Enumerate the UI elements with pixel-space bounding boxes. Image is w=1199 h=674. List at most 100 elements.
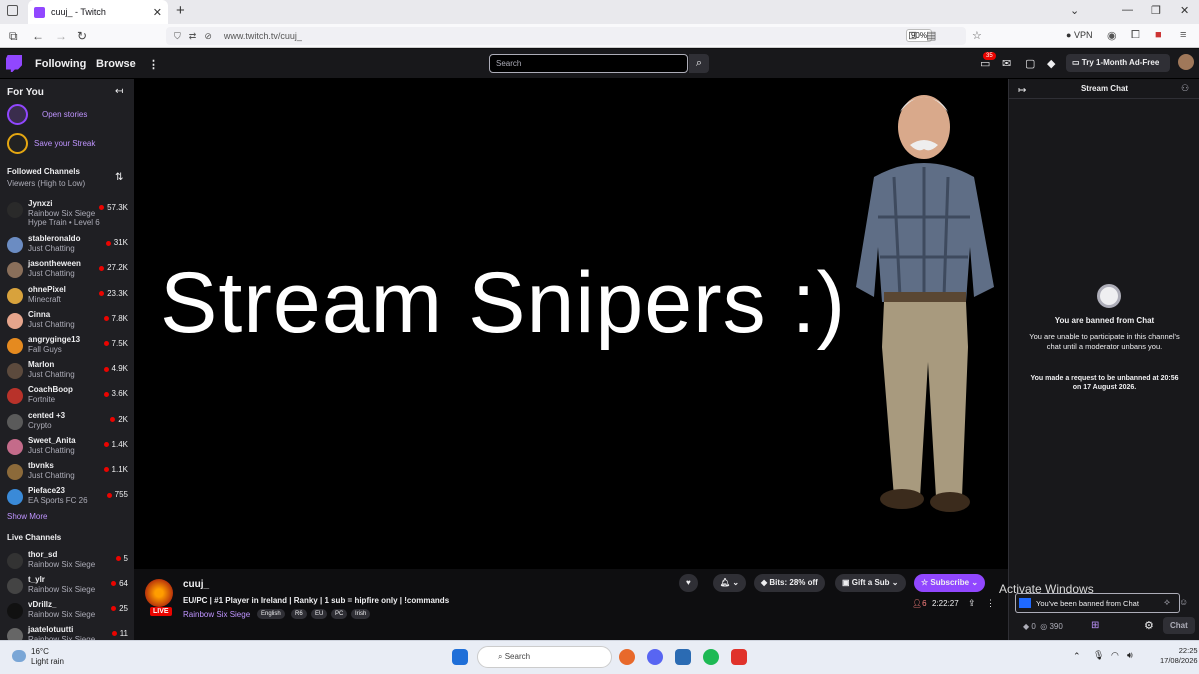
twitch-logo-icon[interactable] [6,55,22,72]
sidebar-channel-followed[interactable]: tbvnks Just Chatting 1.1K [0,460,134,485]
spotify-icon[interactable] [703,649,719,665]
emote-icon[interactable]: ☺ [1179,597,1188,607]
chat-settings-gear-icon[interactable]: ⚙ [1144,619,1154,632]
system-clock[interactable]: 22:25 17/08/2026 [1160,646,1198,666]
following-link[interactable]: Following [35,58,86,70]
show-more-link[interactable]: Show More [7,512,47,521]
sidebar-toggle-icon[interactable]: ⧉ [9,29,18,44]
open-stories-link[interactable]: Open stories [42,110,87,119]
ad-free-button[interactable]: ▭ Try 1-Month Ad-Free [1066,54,1170,72]
gift-icon[interactable]: ⊞ [1091,620,1099,631]
wifi-icon[interactable]: ◠ [1111,650,1119,661]
notification-bell-button[interactable]: 🔔︎ ⌄ [713,574,747,592]
channel-points[interactable]: ◆ 0 ◎ 390 [1023,622,1063,631]
start-icon[interactable] [452,649,468,665]
tracking-icon[interactable]: ⊘ [204,31,212,42]
volume-icon[interactable]: 🔊︎ [1127,650,1133,661]
vpn-button[interactable]: ● VPN [1066,30,1092,40]
chat-input[interactable]: You've been banned from Chat [1015,593,1180,613]
discord-icon[interactable] [647,649,663,665]
url-text[interactable]: www.twitch.tv/cuuj_ [224,31,302,41]
new-tab-icon[interactable]: + [176,2,185,19]
streak-avatar[interactable] [7,133,28,154]
tag-r6[interactable]: R6 [291,609,307,619]
more-menu-icon[interactable]: ⋮ [148,58,159,71]
shield-icon[interactable]: ⛉ [174,31,181,42]
brave-icon[interactable] [731,649,747,665]
streamer-avatar[interactable] [145,579,173,607]
taskbar-search[interactable]: ⌕ Search [477,646,612,668]
tab-list-icon[interactable]: ⌄ [1070,4,1079,17]
menu-icon[interactable]: ≡ [1180,29,1186,41]
sidebar-channel-followed[interactable]: CoachBoop Fortnite 3.6K [0,384,134,409]
sidebar-channel-followed[interactable]: Marlon Just Chatting 4.9K [0,359,134,384]
stream-game-link[interactable]: Rainbow Six Siege [183,610,250,619]
subscribe-button[interactable]: ☆ Subscribe ⌄ [914,574,986,592]
bits-icon[interactable]: ◆ [1047,57,1055,70]
maximize-icon[interactable]: ❐ [1151,4,1161,17]
users-icon[interactable]: ⚇ [1181,83,1189,94]
browse-link[interactable]: Browse [96,58,136,70]
sidebar-channel-followed[interactable]: angryginge13 Fall Guys 7.5K [0,334,134,359]
reader-icon[interactable]: ▤ [926,29,936,42]
video-player[interactable]: Stream Snipers :) [134,79,1008,569]
collapse-chat-icon[interactable]: ↦ [1018,85,1026,96]
reload-icon[interactable]: ↻ [77,29,87,43]
tag-irish[interactable]: Irish [351,609,371,619]
sidebar-channel-live[interactable]: t_ylr Rainbow Six Siege 64 [0,574,134,599]
sidebar-channel-live[interactable]: vDrillz_ Rainbow Six Siege 25 [0,599,134,624]
streamer-name[interactable]: cuuj_ [183,579,209,590]
gift-sub-button[interactable]: ▣ Gift a Sub ⌄ [835,574,906,592]
firefox-icon[interactable] [619,649,635,665]
sidebar-channel-live[interactable]: thor_sd Rainbow Six Siege 5 [0,549,134,574]
close-window-icon[interactable]: ✕ [1180,4,1189,17]
bookmark-star-icon[interactable]: ☆ [972,29,982,42]
browser-tab[interactable]: cuuj_ - Twitch ✕ [28,0,168,24]
search-input[interactable]: Search [489,54,688,73]
sidebar-channel-followed[interactable]: ohnePixel Minecraft 23.3K [0,284,134,309]
channel-name: cented +3 [28,410,66,420]
tab-overview-icon[interactable] [7,5,18,16]
more-options-icon[interactable]: ⋮ [986,598,995,609]
tag-pc[interactable]: PC [331,609,348,619]
inbox-icon[interactable]: ✉ [1002,57,1011,70]
bits-cheer-icon[interactable]: ⟡ [1164,597,1170,608]
close-tab-icon[interactable]: ✕ [153,6,162,19]
sidebar-channel-followed[interactable]: stableronaldo Just Chatting 31K [0,233,134,258]
chat-send-button[interactable]: Chat [1163,617,1195,634]
bits-button[interactable]: ◆ Bits: 28% off [754,574,825,592]
weather-icon[interactable] [12,650,26,662]
back-icon[interactable]: ← [32,29,44,43]
search-icon[interactable]: ⌕ [689,54,709,73]
forward-icon[interactable]: → [55,29,67,43]
sidebar-channel-followed[interactable]: Sweet_Anita Just Chatting 1.4K [0,435,134,460]
emote-badge-icon[interactable] [1019,598,1031,608]
share-icon[interactable]: ⇪ [968,598,976,609]
collapse-sidebar-icon[interactable]: ↤ [115,86,123,97]
photos-icon[interactable] [675,649,691,665]
whispers-icon[interactable]: ▢ [1025,57,1035,70]
channel-viewers: 25 [111,604,128,613]
extensions-icon[interactable]: ⧠ [1131,29,1140,42]
sidebar-channel-followed[interactable]: Jynxzi Rainbow Six Siege 57.3K Hype Train •… [0,198,134,227]
extension-badge-icon[interactable]: ■ [1155,29,1162,41]
screenshot-icon[interactable]: ⊡ [908,29,917,42]
sidebar-channel-followed[interactable]: jasontheween Just Chatting 27.2K [0,258,134,283]
sort-icon[interactable]: ⇅ [115,172,123,183]
mic-icon[interactable]: 🎙︎ [1093,650,1104,661]
save-streak-link[interactable]: Save your Streak [34,139,95,148]
address-bar[interactable]: ⛉ ⇄ ⊘ www.twitch.tv/cuuj_ 90% [166,27,966,45]
permissions-icon[interactable]: ⇄ [189,31,197,42]
tray-expand-icon[interactable]: ⌃ [1073,651,1081,662]
tag-english[interactable]: English [257,609,285,619]
sidebar-channel-followed[interactable]: Cinna Just Chatting 7.8K [0,309,134,334]
sidebar-channel-followed[interactable]: Pieface23 EA Sports FC 26 755 [0,485,134,510]
user-avatar[interactable] [1178,54,1194,70]
minimize-icon[interactable]: — [1122,4,1133,16]
tag-eu[interactable]: EU [311,609,328,619]
follow-heart-button[interactable]: ♥ [679,574,698,592]
weather-widget[interactable]: 16°C Light rain [31,647,64,667]
account-icon[interactable]: ◉ [1107,29,1117,42]
sidebar-channel-followed[interactable]: cented +3 Crypto 2K [0,410,134,435]
stories-avatar[interactable] [7,104,28,125]
